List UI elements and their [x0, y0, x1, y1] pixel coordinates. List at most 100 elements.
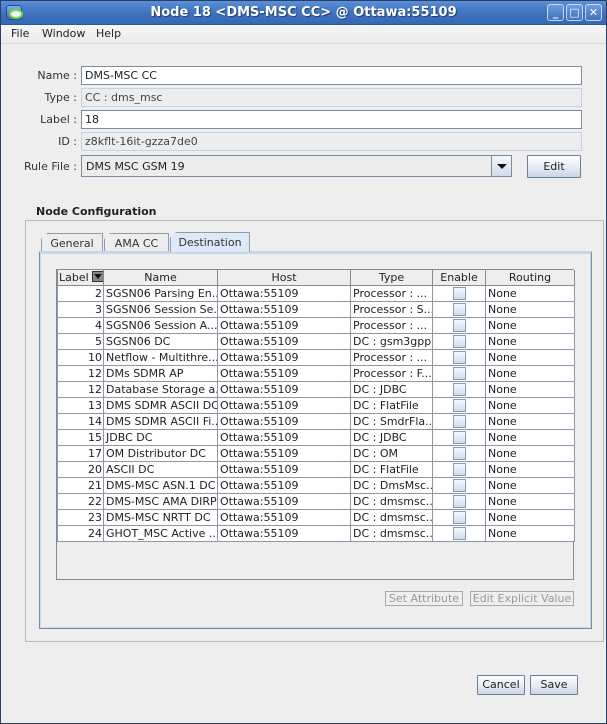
cell-routing[interactable]: None: [485, 332, 575, 350]
cell-host[interactable]: Ottawa:55109: [217, 492, 351, 510]
cell-label[interactable]: 22: [57, 492, 104, 510]
cell-name[interactable]: SGSN06 Session Se...: [103, 300, 218, 318]
cell-routing[interactable]: None: [485, 524, 575, 542]
cell-label[interactable]: 20: [57, 460, 104, 478]
enable-checkbox[interactable]: [452, 446, 466, 460]
cell-type[interactable]: DC : JDBC: [350, 380, 433, 398]
cell-label[interactable]: 23: [57, 508, 104, 526]
table-row[interactable]: 10 Netflow - Multithre... Ottawa:55109 Proc…: [57, 348, 575, 366]
cell-type[interactable]: DC : FlatFile: [350, 460, 433, 478]
table-row[interactable]: 12 DMs SDMR AP Ottawa:55109 Processor : F..…: [57, 364, 575, 382]
cell-host[interactable]: Ottawa:55109: [217, 284, 351, 302]
enable-checkbox[interactable]: [452, 286, 466, 300]
tab-general[interactable]: General: [41, 233, 103, 252]
cell-routing[interactable]: None: [485, 412, 575, 430]
cell-type[interactable]: DC : JDBC: [350, 428, 433, 446]
column-header-label[interactable]: Label: [57, 270, 104, 286]
cell-name[interactable]: ASCII DC: [103, 460, 218, 478]
cell-label[interactable]: 5: [57, 332, 104, 350]
cell-routing[interactable]: None: [485, 476, 575, 494]
cell-label[interactable]: 4: [57, 316, 104, 334]
edit-explicit-value-button[interactable]: Edit Explicit Value: [470, 591, 574, 606]
label-field[interactable]: 18: [81, 110, 582, 129]
enable-checkbox[interactable]: [452, 510, 466, 524]
table-row[interactable]: 23 DMS-MSC NRTT DC Ottawa:55109 DC : dmsmsc…: [57, 508, 575, 526]
cell-type[interactable]: DC : dmsmsc...: [350, 524, 433, 542]
cell-host[interactable]: Ottawa:55109: [217, 428, 351, 446]
rule-file-select[interactable]: DMS MSC GSM 19: [81, 155, 512, 177]
cell-host[interactable]: Ottawa:55109: [217, 300, 351, 318]
title-bar[interactable]: Node 18 <DMS-MSC CC> @ Ottawa:55109 _ □ …: [1, 1, 606, 25]
cell-type[interactable]: Processor : ...: [350, 316, 433, 334]
enable-checkbox[interactable]: [452, 494, 466, 508]
chevron-down-icon[interactable]: [491, 156, 511, 176]
cell-type[interactable]: DC : FlatFile: [350, 396, 433, 414]
set-attribute-button[interactable]: Set Attribute: [385, 591, 463, 606]
table-row[interactable]: 22 DMS-MSC AMA DIRP Ottawa:55109 DC : dmsms…: [57, 492, 575, 510]
cell-routing[interactable]: None: [485, 508, 575, 526]
cell-name[interactable]: Netflow - Multithre...: [103, 348, 218, 366]
table-row[interactable]: 5 SGSN06 DC Ottawa:55109 DC : gsm3gpp None: [57, 332, 575, 350]
enable-checkbox[interactable]: [452, 382, 466, 396]
cell-routing[interactable]: None: [485, 380, 575, 398]
cell-host[interactable]: Ottawa:55109: [217, 316, 351, 334]
cell-type[interactable]: DC : dmsmsc...: [350, 508, 433, 526]
maximize-button[interactable]: □: [566, 4, 583, 21]
cell-host[interactable]: Ottawa:55109: [217, 476, 351, 494]
enable-checkbox[interactable]: [452, 334, 466, 348]
cell-routing[interactable]: None: [485, 348, 575, 366]
cell-host[interactable]: Ottawa:55109: [217, 332, 351, 350]
cell-name[interactable]: DMS-MSC AMA DIRP: [103, 492, 218, 510]
cell-label[interactable]: 13: [57, 396, 104, 414]
edit-button[interactable]: Edit: [527, 155, 581, 178]
cell-type[interactable]: DC : gsm3gpp: [350, 332, 433, 350]
cell-name[interactable]: Database Storage a...: [103, 380, 218, 398]
cell-host[interactable]: Ottawa:55109: [217, 508, 351, 526]
cell-routing[interactable]: None: [485, 492, 575, 510]
cell-host[interactable]: Ottawa:55109: [217, 460, 351, 478]
cell-label[interactable]: 2: [57, 284, 104, 302]
cell-label[interactable]: 10: [57, 348, 104, 366]
cell-label[interactable]: 12: [57, 380, 104, 398]
name-field[interactable]: DMS-MSC CC: [81, 66, 582, 85]
cell-type[interactable]: Processor : ...: [350, 284, 433, 302]
cell-name[interactable]: DMs SDMR AP: [103, 364, 218, 382]
cell-name[interactable]: DMS-MSC ASN.1 DC: [103, 476, 218, 494]
table-row[interactable]: 2 SGSN06 Parsing En... Ottawa:55109 Process…: [57, 284, 575, 302]
table-row[interactable]: 14 DMS SDMR ASCII Fi... Ottawa:55109 DC : S…: [57, 412, 575, 430]
cell-name[interactable]: SGSN06 Session A...: [103, 316, 218, 334]
cell-type[interactable]: DC : SmdrFla...: [350, 412, 433, 430]
cell-host[interactable]: Ottawa:55109: [217, 396, 351, 414]
sort-desc-icon[interactable]: [91, 270, 103, 282]
cell-routing[interactable]: None: [485, 428, 575, 446]
table-row[interactable]: 3 SGSN06 Session Se... Ottawa:55109 Process…: [57, 300, 575, 318]
cell-host[interactable]: Ottawa:55109: [217, 380, 351, 398]
cell-host[interactable]: Ottawa:55109: [217, 364, 351, 382]
cell-label[interactable]: 12: [57, 364, 104, 382]
table-row[interactable]: 15 JDBC DC Ottawa:55109 DC : JDBC None: [57, 428, 575, 446]
enable-checkbox[interactable]: [452, 462, 466, 476]
cell-type[interactable]: DC : OM: [350, 444, 433, 462]
cell-type[interactable]: Processor : S...: [350, 300, 433, 318]
enable-checkbox[interactable]: [452, 302, 466, 316]
column-header-name[interactable]: Name: [103, 270, 218, 286]
enable-checkbox[interactable]: [452, 398, 466, 412]
close-button[interactable]: ✕: [585, 4, 602, 21]
cell-name[interactable]: SGSN06 Parsing En...: [103, 284, 218, 302]
column-header-routing[interactable]: Routing: [485, 270, 575, 286]
enable-checkbox[interactable]: [452, 350, 466, 364]
table-row[interactable]: 12 Database Storage a... Ottawa:55109 DC : …: [57, 380, 575, 398]
enable-checkbox[interactable]: [452, 430, 466, 444]
cell-name[interactable]: GHOT_MSC Active ...: [103, 524, 218, 542]
cell-label[interactable]: 14: [57, 412, 104, 430]
cell-name[interactable]: SGSN06 DC: [103, 332, 218, 350]
cell-routing[interactable]: None: [485, 364, 575, 382]
cell-type[interactable]: DC : DmsMsc...: [350, 476, 433, 494]
enable-checkbox[interactable]: [452, 318, 466, 332]
cell-type[interactable]: Processor : ...: [350, 348, 433, 366]
table-row[interactable]: 21 DMS-MSC ASN.1 DC Ottawa:55109 DC : DmsMs…: [57, 476, 575, 494]
cell-routing[interactable]: None: [485, 300, 575, 318]
cell-name[interactable]: DMS-MSC NRTT DC: [103, 508, 218, 526]
cell-routing[interactable]: None: [485, 316, 575, 334]
menu-help[interactable]: Help: [96, 27, 121, 40]
